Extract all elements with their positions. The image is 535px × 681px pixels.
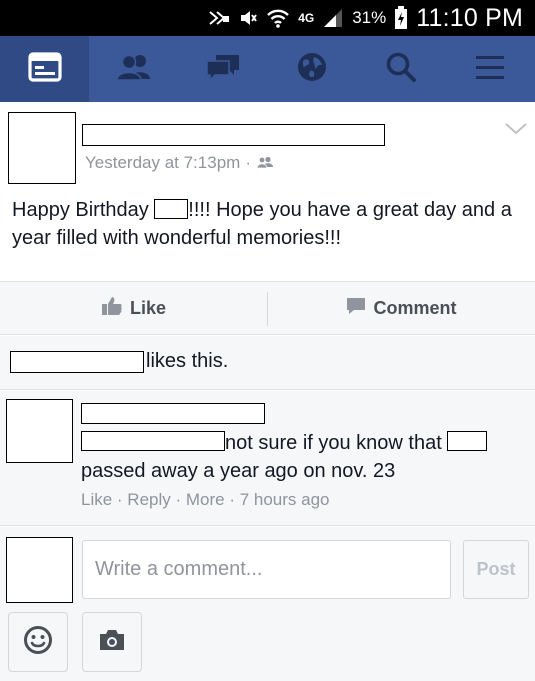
search-icon — [385, 51, 417, 88]
comment-input[interactable] — [82, 540, 451, 599]
comment-text-part1: not sure if you know that — [225, 432, 448, 454]
post-options-chevron-icon[interactable] — [504, 122, 528, 141]
post-body: Happy Birthday !!!! Hope you have a grea… — [12, 196, 527, 252]
comment-mention-redacted[interactable] — [447, 431, 488, 451]
meta-separator: · — [245, 153, 251, 172]
comment-sep-1: · — [112, 490, 128, 509]
clock-time: 11:10 PM — [416, 3, 523, 32]
comment-sep-3: · — [224, 490, 240, 509]
comment-button[interactable]: Comment — [268, 282, 535, 334]
smiley-icon — [23, 625, 53, 660]
battery-charging-icon — [394, 6, 408, 30]
liker-name-redacted[interactable] — [10, 350, 144, 373]
comment-bubble-icon — [346, 297, 366, 320]
friends-audience-icon — [256, 153, 274, 173]
camera-button[interactable] — [82, 612, 142, 672]
battery-percent: 31% — [352, 8, 387, 27]
top-nav-bar — [0, 36, 535, 102]
post-author-avatar[interactable] — [8, 112, 76, 184]
mute-icon — [238, 8, 258, 28]
comment-redacted-prefix — [81, 431, 225, 451]
post-comment-button[interactable]: Post — [463, 540, 529, 599]
commenter-name-redacted[interactable] — [81, 403, 265, 424]
post-timestamp[interactable]: Yesterday at 7:13pm — [85, 153, 240, 173]
signal-icon — [322, 7, 344, 29]
post-meta: Yesterday at 7:13pm · — [85, 153, 274, 173]
tab-menu[interactable] — [446, 36, 535, 102]
comment-label: Comment — [373, 297, 457, 318]
post-author-name-redacted[interactable] — [82, 124, 385, 146]
friends-icon — [115, 52, 153, 87]
status-icons: 4G 31% 11:10 PM — [208, 4, 523, 32]
camera-icon — [98, 628, 126, 657]
current-user-avatar — [6, 537, 73, 603]
comment-time: 7 hours ago — [239, 490, 330, 509]
comment-reply-link[interactable]: Reply — [127, 490, 170, 509]
like-label: Like — [129, 297, 167, 318]
tagged-name-redacted[interactable] — [154, 199, 189, 219]
tab-notifications[interactable] — [268, 36, 357, 102]
wifi-icon — [266, 7, 290, 29]
comment-text-part2: passed away a year ago on nov. 23 — [81, 460, 396, 482]
post-action-bar: Like Comment — [0, 281, 535, 335]
comment-body: not sure if you know that passed away a … — [81, 429, 521, 485]
tab-search[interactable] — [357, 36, 446, 102]
commenter-avatar[interactable] — [6, 399, 73, 463]
likes-summary: likes this. — [10, 350, 228, 373]
tab-messages[interactable] — [178, 36, 267, 102]
hamburger-menu-icon — [474, 53, 506, 86]
messages-icon — [204, 52, 242, 87]
globe-icon — [296, 51, 328, 88]
tab-friend-requests[interactable] — [89, 36, 178, 102]
comment-sep-2: · — [170, 490, 186, 509]
likes-suffix: likes this. — [146, 350, 229, 372]
status-bar: 4G 31% 11:10 PM — [0, 0, 535, 36]
like-button[interactable]: Like — [0, 282, 267, 334]
emoji-button[interactable] — [8, 612, 68, 672]
thumbs-up-icon — [101, 296, 123, 321]
comment-more-link[interactable]: More — [186, 490, 225, 509]
nfc-icon — [208, 8, 230, 28]
comment-like-link[interactable]: Like — [81, 490, 112, 509]
news-feed-icon — [27, 51, 62, 87]
network-type: 4G — [298, 11, 315, 25]
comment-actions: Like · Reply · More · 7 hours ago — [81, 490, 330, 510]
post-text-before: Happy Birthday — [12, 199, 155, 221]
tab-news-feed[interactable] — [0, 36, 90, 102]
